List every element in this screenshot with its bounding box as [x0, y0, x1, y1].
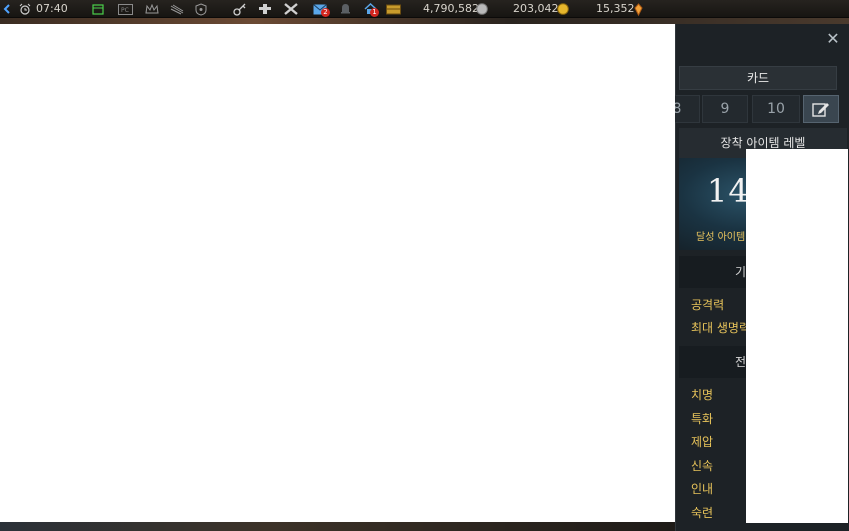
home-badge: 1: [370, 8, 379, 17]
gold-amount: 203,042: [513, 2, 559, 15]
preset-9[interactable]: 9: [702, 95, 748, 123]
shield-icon[interactable]: [194, 2, 208, 16]
blank-overlay-main: [0, 24, 675, 522]
alarm-clock-icon[interactable]: [18, 2, 32, 16]
home-icon[interactable]: 1: [362, 2, 379, 17]
svg-text:PC: PC: [121, 7, 129, 14]
silver-coin-icon: [475, 2, 489, 16]
stat-specialization: 특화: [691, 412, 714, 426]
stat-domination: 제압: [691, 435, 714, 449]
wings-icon[interactable]: [169, 2, 185, 16]
stat-endurance: 인내: [691, 482, 714, 496]
edit-icon: [812, 103, 829, 117]
game-background-bottom: [0, 522, 675, 531]
pc-icon[interactable]: PC: [117, 2, 133, 16]
stat-swiftness: 신속: [691, 459, 714, 473]
clock-text: 07:40: [36, 2, 68, 15]
stat-attack: 공격력: [691, 298, 725, 312]
sword-cross-icon[interactable]: [283, 2, 299, 16]
edit-button[interactable]: [803, 95, 839, 123]
close-icon: ✕: [826, 29, 840, 48]
bell-icon[interactable]: [338, 2, 352, 16]
silver-amount: 4,790,582: [423, 2, 479, 15]
stat-crit: 치명: [691, 388, 714, 402]
game-screen: 07:40 PC 2 1 4,790,582 203,042 15,352 ✕ …: [0, 0, 849, 531]
stat-max-hp: 최대 생명력: [691, 321, 751, 335]
chest-icon[interactable]: [385, 2, 401, 16]
mail-badge: 2: [321, 8, 330, 17]
top-status-bar: 07:40 PC 2 1 4,790,582 203,042 15,352: [0, 0, 849, 18]
mail-icon[interactable]: 2: [312, 2, 330, 17]
preset-10[interactable]: 10: [752, 95, 800, 123]
close-button[interactable]: ✕: [824, 30, 842, 48]
crown-icon[interactable]: [144, 2, 160, 16]
stat-expertise: 숙련: [691, 506, 714, 520]
blank-overlay-side: [746, 149, 848, 523]
crystal-icon: [632, 2, 644, 16]
gold-coin-icon: [556, 2, 570, 16]
arrow-left-icon[interactable]: [2, 2, 12, 16]
key-icon[interactable]: [232, 2, 248, 16]
crystal-amount: 15,352: [596, 2, 635, 15]
achieved-item-label: 달성 아이템: [696, 232, 746, 243]
tab-card[interactable]: 카드: [679, 66, 837, 90]
anvil-icon[interactable]: [257, 2, 273, 16]
calendar-icon[interactable]: [91, 2, 105, 16]
